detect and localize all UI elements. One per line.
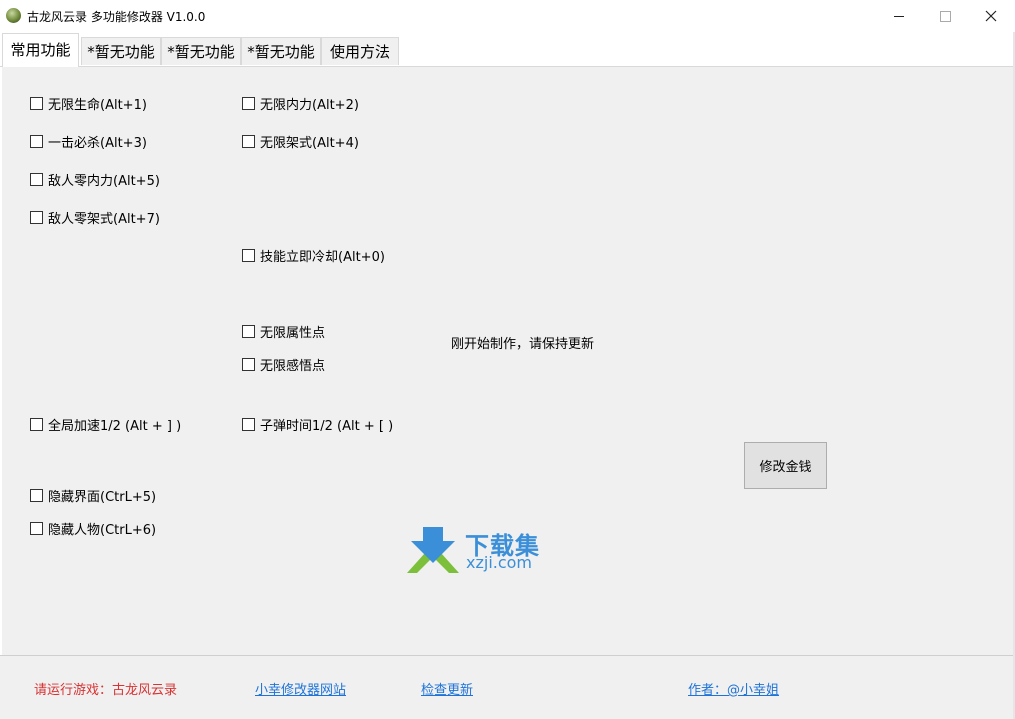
checkbox-box[interactable] bbox=[242, 325, 255, 338]
watermark: 下载集 xzji.com bbox=[405, 527, 550, 573]
tab-common-features[interactable]: 常用功能 bbox=[2, 33, 79, 67]
update-notice: 刚开始制作，请保持更新 bbox=[451, 337, 595, 352]
checkbox-label: 无限内力(Alt+2) bbox=[260, 98, 359, 113]
modify-money-button[interactable]: 修改金钱 bbox=[744, 442, 827, 489]
bullet-time-checkbox[interactable]: 子弹时间1/2 (Alt + [ ) bbox=[242, 415, 393, 434]
minimize-icon bbox=[894, 15, 904, 17]
checkbox-label: 无限生命(Alt+1) bbox=[48, 98, 147, 113]
checkbox-label: 敌人零架式(Alt+7) bbox=[48, 212, 160, 227]
infinite-hp-checkbox[interactable]: 无限生命(Alt+1) bbox=[30, 94, 147, 113]
app-icon bbox=[6, 8, 21, 23]
checkbox-label: 无限感悟点 bbox=[260, 359, 326, 374]
enemy-zero-mp-checkbox[interactable]: 敌人零内力(Alt+5) bbox=[30, 170, 160, 189]
checkbox-label: 技能立即冷却(Alt+0) bbox=[260, 250, 385, 265]
checkbox-label: 全局加速1/2 (Alt + ] ) bbox=[48, 419, 182, 434]
checkbox-label: 子弹时间1/2 (Alt + [ ) bbox=[260, 419, 394, 434]
checkbox-box[interactable] bbox=[30, 97, 43, 110]
checkbox-box[interactable] bbox=[30, 418, 43, 431]
checkbox-box[interactable] bbox=[30, 211, 43, 224]
checkbox-box[interactable] bbox=[30, 173, 43, 186]
instant-cooldown-checkbox[interactable]: 技能立即冷却(Alt+0) bbox=[242, 246, 385, 265]
website-link[interactable]: 小幸修改器网站 bbox=[255, 679, 346, 698]
game-status-text: 请运行游戏：古龙风云录 bbox=[34, 683, 178, 698]
checkbox-box[interactable] bbox=[242, 249, 255, 262]
close-icon bbox=[985, 10, 997, 22]
infinite-mp-checkbox[interactable]: 无限内力(Alt+2) bbox=[242, 94, 359, 113]
checkbox-box[interactable] bbox=[242, 97, 255, 110]
checkbox-label: 无限属性点 bbox=[260, 326, 326, 341]
watermark-en-text: xzji.com bbox=[466, 553, 533, 572]
download-arrow-icon bbox=[407, 527, 459, 573]
tab-usage[interactable]: 使用方法 bbox=[321, 37, 399, 65]
infinite-stance-checkbox[interactable]: 无限架式(Alt+4) bbox=[242, 132, 359, 151]
hide-character-checkbox[interactable]: 隐藏人物(CtrL+6) bbox=[30, 519, 156, 538]
check-update-link[interactable]: 检查更新 bbox=[421, 679, 473, 698]
enemy-zero-stance-checkbox[interactable]: 敌人零架式(Alt+7) bbox=[30, 208, 160, 227]
author-link[interactable]: 作者：@小幸姐 bbox=[688, 679, 779, 698]
checkbox-box[interactable] bbox=[30, 489, 43, 502]
close-button[interactable] bbox=[968, 0, 1014, 32]
infinite-insight-points-checkbox[interactable]: 无限感悟点 bbox=[242, 355, 325, 374]
checkbox-box[interactable] bbox=[30, 135, 43, 148]
checkbox-label: 隐藏界面(CtrL+5) bbox=[48, 490, 157, 505]
title-bar: 古龙风云录 多功能修改器 V1.0.0 bbox=[0, 0, 1015, 32]
maximize-button[interactable] bbox=[922, 0, 968, 32]
hide-ui-checkbox[interactable]: 隐藏界面(CtrL+5) bbox=[30, 486, 156, 505]
minimize-button[interactable] bbox=[876, 0, 922, 32]
checkbox-label: 一击必杀(Alt+3) bbox=[48, 136, 147, 151]
one-hit-kill-checkbox[interactable]: 一击必杀(Alt+3) bbox=[30, 132, 147, 151]
tab-placeholder-1[interactable]: *暂无功能 bbox=[81, 37, 161, 65]
checkbox-box[interactable] bbox=[242, 418, 255, 431]
infinite-attr-points-checkbox[interactable]: 无限属性点 bbox=[242, 322, 325, 341]
global-speed-checkbox[interactable]: 全局加速1/2 (Alt + ] ) bbox=[30, 415, 181, 434]
tab-placeholder-2[interactable]: *暂无功能 bbox=[161, 37, 241, 65]
checkbox-label: 无限架式(Alt+4) bbox=[260, 136, 359, 151]
checkbox-box[interactable] bbox=[242, 358, 255, 371]
checkbox-label: 隐藏人物(CtrL+6) bbox=[48, 523, 157, 538]
checkbox-box[interactable] bbox=[30, 522, 43, 535]
window-title: 古龙风云录 多功能修改器 V1.0.0 bbox=[27, 10, 206, 24]
tab-placeholder-3[interactable]: *暂无功能 bbox=[241, 37, 321, 65]
maximize-icon bbox=[939, 10, 951, 22]
checkbox-box[interactable] bbox=[242, 135, 255, 148]
checkbox-label: 敌人零内力(Alt+5) bbox=[48, 174, 160, 189]
